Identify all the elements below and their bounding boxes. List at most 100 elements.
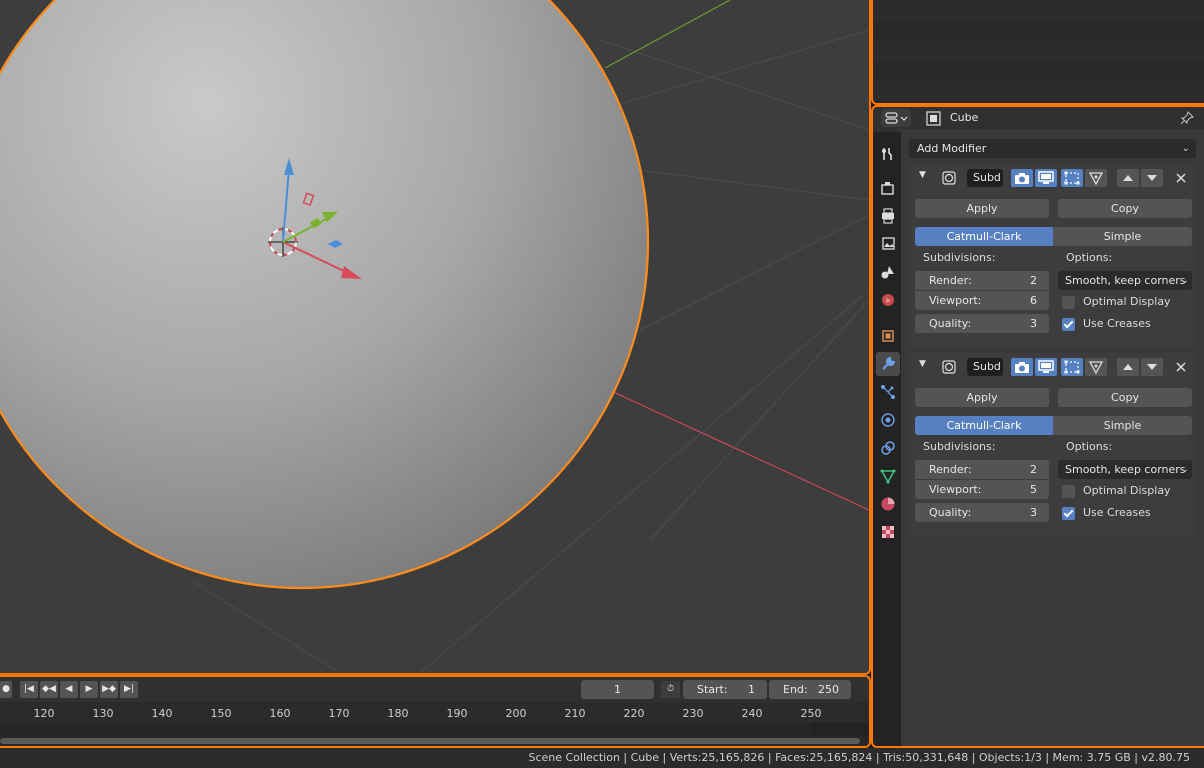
world-globe-icon: [882, 294, 894, 306]
image-stack-icon: [882, 237, 895, 250]
current-frame-field[interactable]: 1: [581, 680, 654, 699]
render-levels-field[interactable]: Render: 2: [915, 271, 1049, 290]
use-creases-checkbox[interactable]: [1062, 507, 1075, 520]
tab-object[interactable]: [876, 324, 900, 348]
tab-constraints[interactable]: [876, 436, 900, 460]
show-viewport-toggle[interactable]: [1035, 358, 1057, 376]
show-on-cage-toggle[interactable]: [1085, 358, 1107, 376]
modifier-name-field[interactable]: Subd: [967, 169, 1003, 187]
tab-render[interactable]: [876, 176, 900, 200]
outliner-row[interactable]: [873, 80, 1204, 100]
show-on-cage-toggle[interactable]: [1085, 169, 1107, 187]
close-icon[interactable]: [1175, 361, 1187, 373]
render-levels-value: 2: [1030, 274, 1037, 287]
play-reverse-icon[interactable]: ◀: [60, 681, 78, 698]
outliner-row[interactable]: [873, 60, 1204, 80]
collapse-triangle-icon[interactable]: ▼: [919, 359, 926, 369]
copy-button[interactable]: Copy: [1058, 388, 1192, 407]
tab-tool[interactable]: [876, 142, 900, 166]
move-up-button[interactable]: [1117, 169, 1139, 187]
show-editmode-toggle[interactable]: [1061, 169, 1083, 187]
jump-start-icon[interactable]: |◀: [20, 681, 38, 698]
viewport-levels-field[interactable]: Viewport: 6: [915, 291, 1049, 310]
tab-texture[interactable]: [876, 520, 900, 544]
use-creases-checkbox[interactable]: [1062, 318, 1075, 331]
tab-world[interactable]: [876, 288, 900, 312]
outliner-row[interactable]: [873, 40, 1204, 60]
quality-field[interactable]: Quality: 3: [915, 503, 1049, 522]
catmull-clark-option[interactable]: Catmull-Clark: [915, 416, 1053, 435]
apply-button[interactable]: Apply: [915, 199, 1049, 218]
constraint-icon: [881, 441, 895, 455]
quality-field[interactable]: Quality: 3: [915, 314, 1049, 333]
tab-data[interactable]: [876, 464, 900, 488]
tab-output[interactable]: [876, 204, 900, 228]
timeline-editor[interactable]: ● |◀ ◆◀ ◀ ▶ ▶◆ ▶| 1 ⏱ Start: 1 End: 250 …: [0, 676, 870, 746]
end-frame-label: End:: [783, 683, 808, 696]
sphere-object[interactable]: [0, 0, 649, 589]
simple-option[interactable]: Simple: [1053, 227, 1192, 246]
printer-icon: [882, 208, 894, 224]
scene-icon: [881, 266, 894, 279]
close-icon[interactable]: [1175, 172, 1187, 184]
outliner-area[interactable]: [873, 0, 1204, 103]
record-icon[interactable]: ●: [0, 681, 12, 698]
jump-end-icon[interactable]: ▶|: [120, 681, 138, 698]
show-viewport-toggle[interactable]: [1035, 169, 1057, 187]
particles-icon: [881, 385, 895, 399]
tab-view-layer[interactable]: [876, 232, 900, 256]
simple-option[interactable]: Simple: [1053, 416, 1192, 435]
show-render-toggle[interactable]: [1011, 358, 1033, 376]
outliner-row[interactable]: [873, 0, 1204, 20]
frame-tick: 230: [682, 707, 704, 720]
tab-physics[interactable]: [876, 408, 900, 432]
next-keyframe-icon[interactable]: ▶◆: [100, 681, 118, 698]
timeline-scrollbar[interactable]: [0, 738, 860, 744]
material-sphere-icon: [881, 497, 895, 511]
tab-material[interactable]: [876, 492, 900, 516]
copy-button[interactable]: Copy: [1058, 199, 1192, 218]
optimal-display-checkbox[interactable]: [1062, 485, 1075, 498]
tab-scene[interactable]: [876, 260, 900, 284]
tab-particles[interactable]: [876, 380, 900, 404]
add-modifier-dropdown[interactable]: Add Modifier ⌄: [909, 139, 1196, 158]
object-square-icon: [926, 111, 941, 126]
arrow-up-icon: [1123, 364, 1133, 370]
timeline-track[interactable]: [0, 723, 870, 746]
frame-tick: 210: [564, 707, 586, 720]
play-icon[interactable]: ▶: [80, 681, 98, 698]
outliner-row[interactable]: [873, 20, 1204, 40]
move-down-button[interactable]: [1141, 358, 1163, 376]
viewport-levels-value: 6: [1030, 294, 1037, 307]
move-up-button[interactable]: [1117, 358, 1139, 376]
show-editmode-toggle[interactable]: [1061, 358, 1083, 376]
show-render-toggle[interactable]: [1011, 169, 1033, 187]
properties-editor[interactable]: Cube Add Modifier ⌄ ▼ Subd Apply Copy Ca…: [873, 107, 1204, 746]
start-frame-field[interactable]: Start: 1: [683, 680, 767, 699]
out-of-range-region: [811, 723, 870, 735]
subsurf-modifier-icon: [942, 360, 956, 374]
uv-smooth-dropdown[interactable]: Smooth, keep corners ⌄: [1058, 460, 1192, 479]
tab-modifiers[interactable]: [876, 352, 900, 376]
timeline-ruler[interactable]: 120 130 140 150 160 170 180 190 200 210 …: [0, 703, 870, 723]
frame-tick: 160: [269, 707, 291, 720]
end-frame-field[interactable]: End: 250: [769, 680, 851, 699]
editor-type-menu[interactable]: [881, 109, 911, 127]
viewport-scene[interactable]: [0, 0, 869, 673]
collapse-triangle-icon[interactable]: ▼: [919, 170, 926, 180]
stopwatch-icon[interactable]: ⏱: [661, 681, 680, 698]
move-down-button[interactable]: [1141, 169, 1163, 187]
catmull-clark-option[interactable]: Catmull-Clark: [915, 227, 1053, 246]
pin-icon[interactable]: [1179, 110, 1195, 126]
viewport-levels-field[interactable]: Viewport: 5: [915, 480, 1049, 499]
optimal-display-label: Optimal Display: [1083, 295, 1171, 308]
3d-viewport[interactable]: [0, 0, 869, 673]
chevron-down-icon: ⌄: [1180, 464, 1189, 475]
render-levels-field[interactable]: Render: 2: [915, 460, 1049, 479]
mesh-triangle-icon: [880, 469, 896, 484]
apply-button[interactable]: Apply: [915, 388, 1049, 407]
uv-smooth-dropdown[interactable]: Smooth, keep corners ⌄: [1058, 271, 1192, 290]
modifier-name-field[interactable]: Subd: [967, 358, 1003, 376]
prev-keyframe-icon[interactable]: ◆◀: [40, 681, 58, 698]
optimal-display-checkbox[interactable]: [1062, 296, 1075, 309]
